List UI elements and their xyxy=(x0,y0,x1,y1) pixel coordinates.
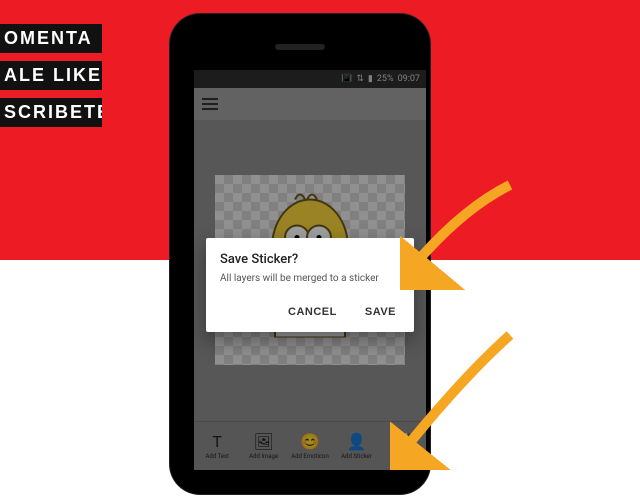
dialog-title: Save Sticker? xyxy=(220,252,400,267)
cancel-button[interactable]: CANCEL xyxy=(284,302,341,322)
promo-tags: OMENTA ALE LIKE SCRIBETE xyxy=(0,24,102,127)
dialog-message: All layers will be merged to a sticker xyxy=(220,273,400,284)
stage: OMENTA ALE LIKE SCRIBETE 📳 ⇅ ▮ 25% 09:07 xyxy=(0,0,640,501)
promo-tag: OMENTA xyxy=(0,24,102,53)
promo-tag: SCRIBETE xyxy=(0,98,102,127)
phone-inner: 📳 ⇅ ▮ 25% 09:07 xyxy=(180,24,420,484)
phone-speaker xyxy=(275,44,325,50)
phone-screen: 📳 ⇅ ▮ 25% 09:07 xyxy=(194,70,426,470)
promo-tag: ALE LIKE xyxy=(0,61,102,90)
phone-frame: 📳 ⇅ ▮ 25% 09:07 xyxy=(170,14,430,494)
dialog-actions: CANCEL SAVE xyxy=(220,298,400,326)
save-button[interactable]: SAVE xyxy=(361,302,400,322)
save-sticker-dialog: Save Sticker? All layers will be merged … xyxy=(206,238,414,332)
